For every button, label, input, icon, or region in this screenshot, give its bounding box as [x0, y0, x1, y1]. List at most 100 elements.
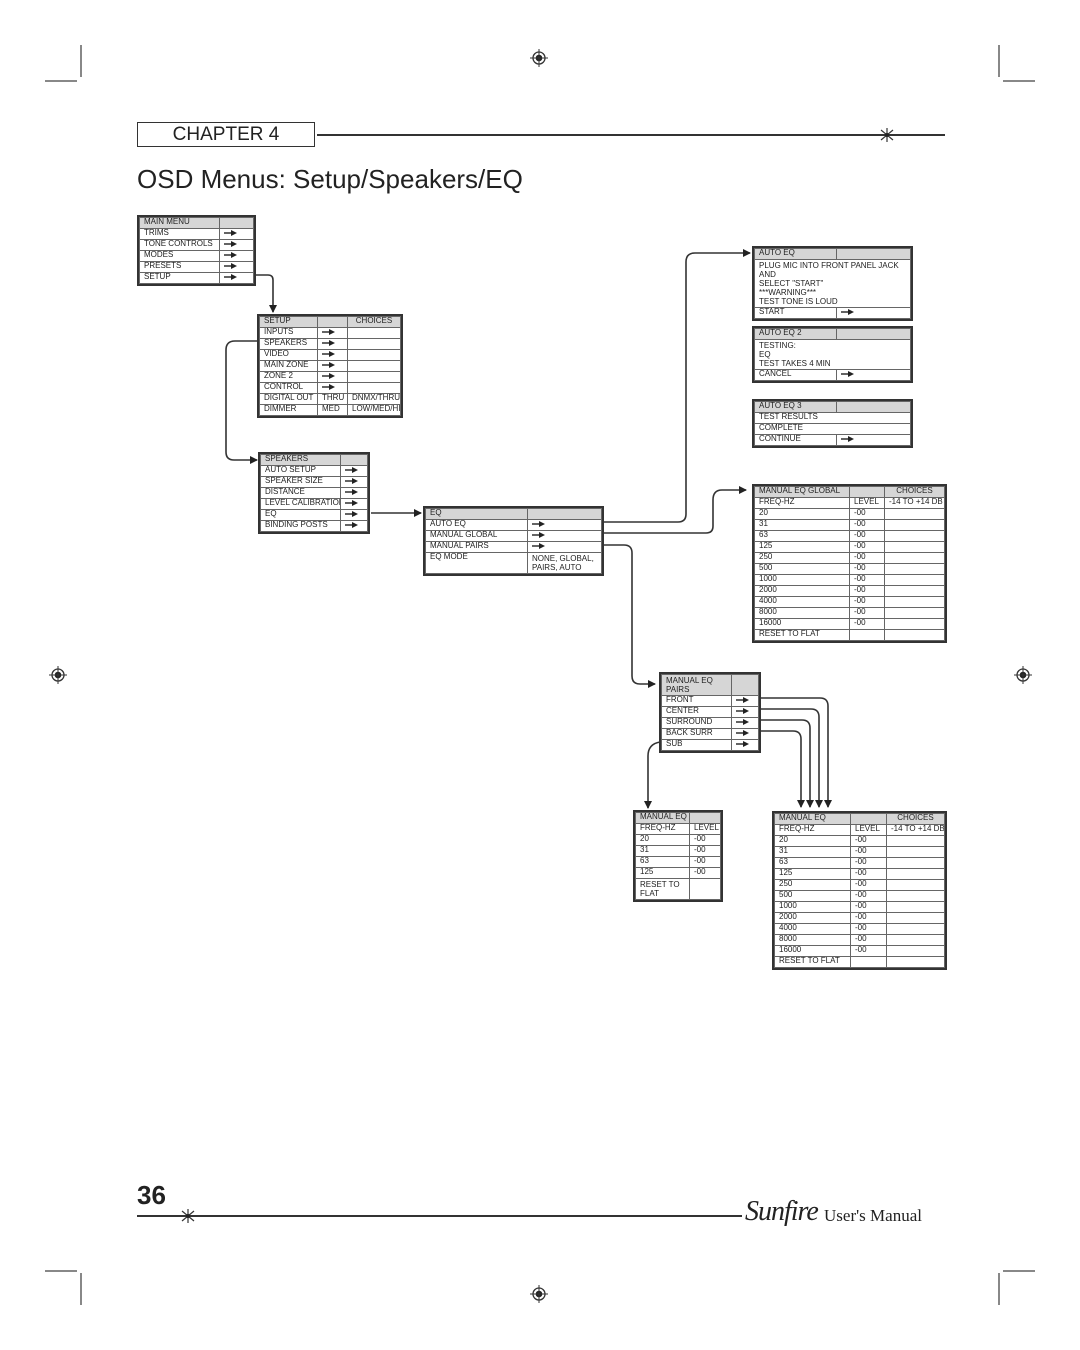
- menu-title: AUTO EQ 2: [754, 328, 837, 340]
- menu-item-center[interactable]: CENTER: [661, 706, 759, 718]
- eq-band-row[interactable]: 250 -00: [774, 879, 945, 891]
- menu-item-tone-controls[interactable]: TONE CONTROLS: [139, 239, 254, 251]
- eq-band-row[interactable]: 16000 -00: [754, 618, 945, 630]
- page-number: 36: [137, 1180, 166, 1210]
- eq-band-row[interactable]: 4000 -00: [774, 923, 945, 935]
- menu-item-zone-2[interactable]: ZONE 2: [259, 371, 401, 383]
- arrow-right-icon: [532, 543, 546, 549]
- eq-band-row[interactable]: 16000 -00: [774, 945, 945, 957]
- reset-to-flat[interactable]: RESET TO FLAT: [635, 878, 721, 900]
- setting-value: THRU: [317, 393, 348, 405]
- menu-item-eq[interactable]: EQ: [260, 509, 368, 521]
- arrow-right-icon: [841, 309, 855, 315]
- menu-title: MAIN MENU: [139, 217, 220, 229]
- auto-eq-3-menu: AUTO EQ 3 TEST RESULTS COMPLETE CONTINUE: [752, 399, 913, 448]
- arrow-right-icon: [736, 708, 750, 714]
- arrow-right-icon: [322, 329, 336, 335]
- arrow-right-icon: [224, 241, 238, 247]
- menu-item-speaker-size[interactable]: SPEAKER SIZE: [260, 476, 368, 488]
- menu-item-speakers[interactable]: SPEAKERS: [259, 338, 401, 350]
- menu-item-presets[interactable]: PRESETS: [139, 261, 254, 273]
- eq-band-row[interactable]: 63 -00: [774, 857, 945, 869]
- eq-band-row[interactable]: 500 -00: [754, 563, 945, 575]
- eq-band-row[interactable]: 31 -00: [774, 846, 945, 858]
- menu-item-control[interactable]: CONTROL: [259, 382, 401, 394]
- menu-item-setup[interactable]: SETUP: [139, 272, 254, 284]
- arrow-right-icon: [841, 436, 855, 442]
- eq-band-row[interactable]: 8000 -00: [774, 934, 945, 946]
- menu-item-dimmer[interactable]: DIMMER MED LOW/MED/HI: [259, 404, 401, 416]
- eq-band-row[interactable]: 63 -00: [754, 530, 945, 542]
- menu-item-digital-out[interactable]: DIGITAL OUT THRU DNMX/THRU: [259, 393, 401, 405]
- eq-band-row[interactable]: 31 -00: [754, 519, 945, 531]
- reset-to-flat[interactable]: RESET TO FLAT: [774, 956, 945, 968]
- arrow-right-icon: [532, 532, 546, 538]
- eq-band-row[interactable]: 4000 -00: [754, 596, 945, 608]
- star-ornament-icon: [181, 1209, 195, 1223]
- manual-eq-global-menu: MANUAL EQ GLOBAL CHOICES FREQ-HZ LEVEL -14 …: [752, 484, 947, 643]
- menu-item-front[interactable]: FRONT: [661, 695, 759, 707]
- arrow-right-icon: [736, 730, 750, 736]
- arrow-right-icon: [736, 741, 750, 747]
- menu-item-main-zone[interactable]: MAIN ZONE: [259, 360, 401, 372]
- menu-item-distance[interactable]: DISTANCE: [260, 487, 368, 499]
- arrow-right-icon: [345, 500, 359, 506]
- connector-front: [760, 697, 832, 808]
- eq-band-row[interactable]: 2000 -00: [754, 585, 945, 597]
- arrow-right-icon: [322, 373, 336, 379]
- eq-band-row[interactable]: 63 -00: [635, 856, 721, 868]
- menu-item-level-calibration[interactable]: LEVEL CALIBRATION: [260, 498, 368, 510]
- connector-surround: [760, 719, 814, 808]
- reset-to-flat[interactable]: RESET TO FLAT: [754, 629, 945, 641]
- arrow-right-icon: [345, 467, 359, 473]
- arrow-right-icon: [736, 719, 750, 725]
- main-menu: MAIN MENU TRIMS TONE CONTROLS MODES PRES…: [137, 215, 256, 286]
- eq-menu: EQ AUTO EQ MANUAL GLOBAL MANUAL PAIRS EQ…: [423, 506, 604, 576]
- menu-item-auto-eq[interactable]: AUTO EQ: [425, 519, 602, 531]
- eq-band-row[interactable]: 125 -00: [754, 541, 945, 553]
- menu-item-back-surr[interactable]: BACK SURR: [661, 728, 759, 740]
- menu-item-modes[interactable]: MODES: [139, 250, 254, 262]
- choices-header: CHOICES: [886, 813, 945, 825]
- manual-eq-pairs-menu: MANUAL EQ PAIRS FRONT CENTER SURROUND BA…: [659, 672, 761, 753]
- menu-item-auto-setup[interactable]: AUTO SETUP: [260, 465, 368, 477]
- eq-band-row[interactable]: 20 -00: [635, 834, 721, 846]
- menu-item-binding-posts[interactable]: BINDING POSTS: [260, 520, 368, 532]
- eq-mode-choices: NONE, GLOBAL, PAIRS, AUTO: [527, 552, 602, 574]
- setting-choices: DNMX/THRU: [347, 393, 401, 405]
- menu-title: MANUAL EQ PAIRS: [661, 674, 732, 696]
- arrow-right-icon: [532, 521, 546, 527]
- start-button[interactable]: START: [754, 307, 911, 319]
- eq-band-row[interactable]: 31 -00: [635, 845, 721, 857]
- continue-button[interactable]: CONTINUE: [754, 434, 911, 446]
- manual-eq-pair-menu: MANUAL EQ CHOICES FREQ-HZ LEVEL -14 TO +14 …: [772, 811, 947, 970]
- eq-band-row[interactable]: 8000 -00: [754, 607, 945, 619]
- menu-item-manual-global[interactable]: MANUAL GLOBAL: [425, 530, 602, 542]
- cancel-button[interactable]: CANCEL: [754, 369, 911, 381]
- menu-title: MANUAL EQ GLOBAL: [754, 486, 850, 498]
- eq-band-row[interactable]: 500 -00: [774, 890, 945, 902]
- eq-band-row[interactable]: 125 -00: [635, 867, 721, 879]
- menu-item-eq-mode[interactable]: EQ MODE NONE, GLOBAL, PAIRS, AUTO: [425, 552, 602, 574]
- arrow-right-icon: [224, 274, 238, 280]
- eq-band-row[interactable]: 1000 -00: [754, 574, 945, 586]
- menu-item-surround[interactable]: SURROUND: [661, 717, 759, 729]
- menu-item-inputs[interactable]: INPUTS: [259, 327, 401, 339]
- eq-band-row[interactable]: 1000 -00: [774, 901, 945, 913]
- menu-item-video[interactable]: VIDEO: [259, 349, 401, 361]
- arrow-right-icon: [345, 478, 359, 484]
- arrow-right-icon: [224, 252, 238, 258]
- menu-item-manual-pairs[interactable]: MANUAL PAIRS: [425, 541, 602, 553]
- menu-item-sub[interactable]: SUB: [661, 739, 759, 751]
- auto-eq-2-menu: AUTO EQ 2 TESTING: EQ TEST TAKES 4 MIN C…: [752, 326, 913, 383]
- arrow-right-icon: [841, 371, 855, 377]
- eq-band-row[interactable]: 250 -00: [754, 552, 945, 564]
- flow-connectors: [225, 249, 832, 809]
- eq-band-row[interactable]: 20 -00: [754, 508, 945, 520]
- eq-band-row[interactable]: 125 -00: [774, 868, 945, 880]
- setting-value: MED: [317, 404, 348, 416]
- setup-menu: SETUP CHOICES INPUTS SPEAKERS VIDEO MAIN …: [257, 314, 403, 418]
- menu-item-trims[interactable]: TRIMS: [139, 228, 254, 240]
- eq-band-row[interactable]: 20 -00: [774, 835, 945, 847]
- eq-band-row[interactable]: 2000 -00: [774, 912, 945, 924]
